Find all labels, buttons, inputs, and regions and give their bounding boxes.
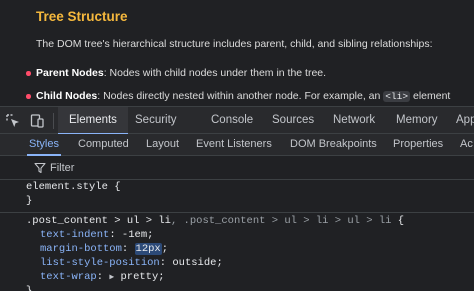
section-heading: Tree Structure (36, 9, 128, 24)
devtools-tabbar: Elements Security Console Sources Networ… (0, 106, 474, 135)
filter-bar (0, 156, 474, 180)
element-style-selector: element.style (26, 181, 108, 193)
tab-network[interactable]: Network (333, 107, 375, 134)
property-value: outside (172, 257, 217, 269)
subtab-computed[interactable]: Computed (78, 134, 129, 155)
styles-subtabbar: Styles Computed Layout Event Listeners D… (0, 134, 474, 156)
declaration[interactable]: text-wrap: ▶ pretty; (40, 270, 165, 284)
subtab-styles[interactable]: Styles (27, 134, 61, 156)
list-item: Parent Nodes: Nodes with child nodes und… (25, 67, 327, 79)
property-name: text-indent (40, 229, 110, 241)
property-value: pretty (120, 271, 159, 283)
styles-pane: element.style { } .post_content > ul > l… (0, 180, 474, 291)
device-toolbar-icon[interactable] (29, 113, 45, 129)
toolbar-divider (53, 113, 54, 129)
element-style-rule[interactable]: element.style { (26, 180, 121, 194)
list-item: Child Nodes: Nodes directly nested withi… (25, 90, 451, 102)
filter-input[interactable] (50, 159, 350, 177)
tab-memory[interactable]: Memory (396, 107, 438, 134)
property-value-highlighted: 12px (134, 243, 162, 255)
section-paragraph: The DOM tree's hierarchical structure in… (36, 38, 433, 50)
declaration[interactable]: margin-bottom: 12px; (40, 242, 168, 256)
declaration[interactable]: text-indent: -1em; (40, 228, 153, 242)
bullet-text: : Nodes with child nodes under them in t… (103, 67, 327, 79)
rule-close: } (26, 285, 33, 291)
tab-application[interactable]: App (456, 107, 474, 134)
rule-divider (0, 212, 474, 213)
property-name: list-style-position (40, 257, 160, 269)
property-name: margin-bottom (40, 243, 122, 255)
element-style-close: } (26, 195, 33, 207)
bullet-term: Child Nodes (36, 90, 98, 102)
tab-sources[interactable]: Sources (272, 107, 314, 134)
property-name: text-wrap (40, 271, 97, 283)
rule-selector[interactable]: .post_content > ul > li, .post_content >… (26, 214, 404, 228)
inline-code: <li> (383, 91, 411, 102)
bullet-text: element (410, 90, 451, 102)
property-value: -1em (121, 229, 148, 241)
article-content: Tree Structure The DOM tree's hierarchic… (0, 0, 474, 106)
tab-console[interactable]: Console (211, 107, 253, 134)
subtab-dom-breakpoints[interactable]: DOM Breakpoints (290, 134, 377, 155)
select-element-icon[interactable] (5, 113, 21, 129)
subtab-accessibility[interactable]: Ac (460, 134, 473, 155)
subtab-event-listeners[interactable]: Event Listeners (196, 134, 272, 155)
bullet-term: Parent Nodes (36, 67, 104, 79)
subtab-properties[interactable]: Properties (393, 134, 443, 155)
tab-security[interactable]: Security (135, 107, 177, 134)
declaration[interactable]: list-style-position: outside; (40, 256, 223, 270)
filter-icon (34, 162, 46, 174)
bullet-text: : Nodes directly nested within another n… (97, 90, 384, 102)
tab-elements[interactable]: Elements (58, 107, 128, 135)
subtab-layout[interactable]: Layout (146, 134, 179, 155)
